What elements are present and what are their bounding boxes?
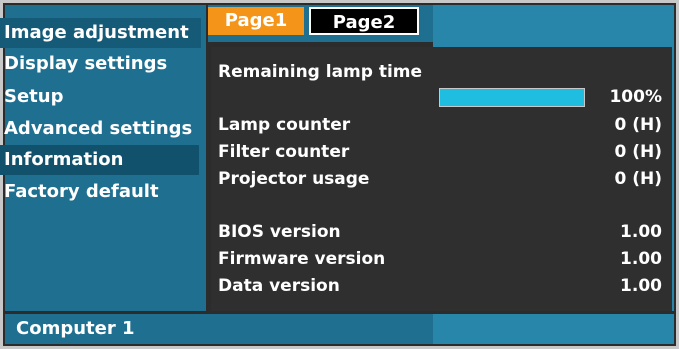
menu-item-display-settings[interactable]: Display settings [0,49,201,79]
menu-item-setup[interactable]: Setup [0,82,201,112]
menu-item-label: Display settings [4,53,168,74]
firmware-version-value: 1.00 [620,249,662,269]
firmware-version-label: Firmware version [218,249,386,269]
menu-item-factory-default[interactable]: Factory default [0,177,201,207]
tab-page1[interactable]: Page1 [208,7,304,35]
filter-counter-value: 0 (H) [614,142,662,162]
menu-item-image-adjustment[interactable]: Image adjustment [0,18,201,48]
projector-usage-label: Projector usage [218,169,370,189]
menu-item-label: Information [4,149,124,170]
menu-item-label: Setup [4,86,64,107]
menu-item-label: Factory default [4,181,159,202]
data-version-value: 1.00 [620,276,662,296]
input-source-label: Computer 1 [16,318,135,339]
menu-item-label: Advanced settings [4,118,193,139]
remaining-lamp-label: Remaining lamp time [218,62,423,82]
bios-version-label: BIOS version [218,222,341,242]
menu-item-label: Image adjustment [4,22,189,43]
remaining-lamp-value: 100% [609,87,662,107]
data-version-label: Data version [218,276,340,296]
menu-item-information[interactable]: Information [0,145,199,175]
projector-usage-value: 0 (H) [614,169,662,189]
menu-item-advanced-settings[interactable]: Advanced settings [0,114,201,144]
lamp-progress-bar [439,88,585,107]
filter-counter-label: Filter counter [218,142,350,162]
bios-version-value: 1.00 [620,222,662,242]
tab-strip-highlight [433,5,674,42]
lamp-counter-value: 0 (H) [614,115,662,135]
footer-highlight [433,314,674,344]
lamp-counter-label: Lamp counter [218,115,351,135]
tab-page2[interactable]: Page2 [309,7,419,35]
